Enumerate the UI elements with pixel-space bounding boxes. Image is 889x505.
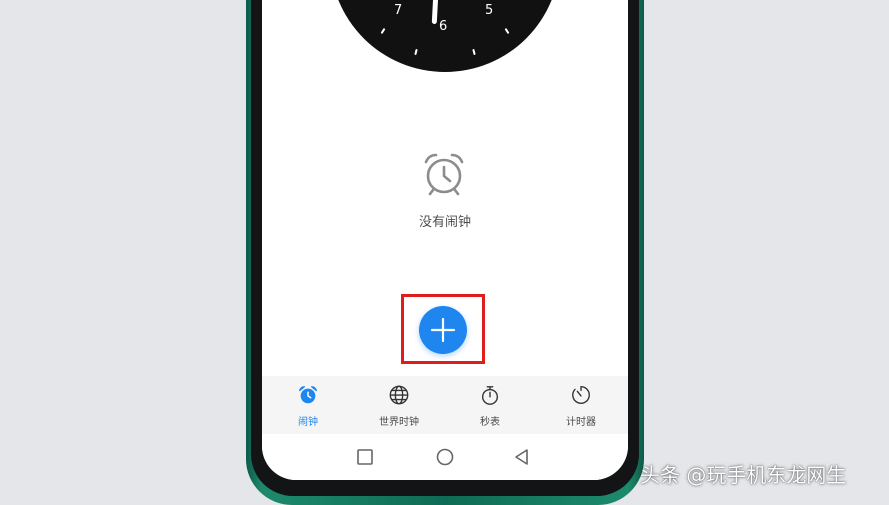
alarm-clock-icon [420, 150, 468, 198]
square-icon[interactable] [354, 446, 376, 468]
alarm-clock-icon [299, 386, 317, 404]
stopwatch-icon [481, 386, 499, 405]
clock-number: 7 [394, 3, 403, 18]
plus-icon [430, 317, 456, 343]
globe-icon [389, 385, 409, 405]
tab-alarm[interactable]: 闹钟 [262, 376, 354, 434]
timer-icon [572, 386, 590, 404]
system-nav-bar [262, 434, 628, 480]
phone-screen: 7 6 5 没有闹钟 闹钟 世界时钟 秒表 计时器 [262, 0, 628, 480]
clock-number: 5 [485, 3, 494, 18]
circle-icon[interactable] [434, 446, 456, 468]
clock-number: 6 [439, 19, 448, 34]
watermark-text: 头条 @玩手机东龙网生 [640, 463, 847, 487]
tab-world-clock[interactable]: 世界时钟 [353, 376, 445, 434]
triangle-back-icon[interactable] [511, 446, 533, 468]
tab-label: 秒表 [480, 417, 500, 428]
clock-tick [472, 48, 476, 56]
empty-state-text: 没有闹钟 [418, 215, 471, 230]
tab-label: 闹钟 [298, 417, 318, 428]
clock-tick [414, 48, 418, 56]
clock-tick [380, 27, 386, 35]
tab-timer[interactable]: 计时器 [535, 376, 627, 434]
add-alarm-button[interactable] [419, 306, 467, 354]
tab-label: 计时器 [566, 417, 596, 428]
clock-tick [504, 27, 510, 35]
tab-label: 世界时钟 [379, 417, 419, 428]
world-clock-face: 7 6 5 [330, 0, 560, 72]
tab-stopwatch[interactable]: 秒表 [444, 376, 536, 434]
bottom-tab-bar: 闹钟 世界时钟 秒表 计时器 [262, 376, 628, 434]
